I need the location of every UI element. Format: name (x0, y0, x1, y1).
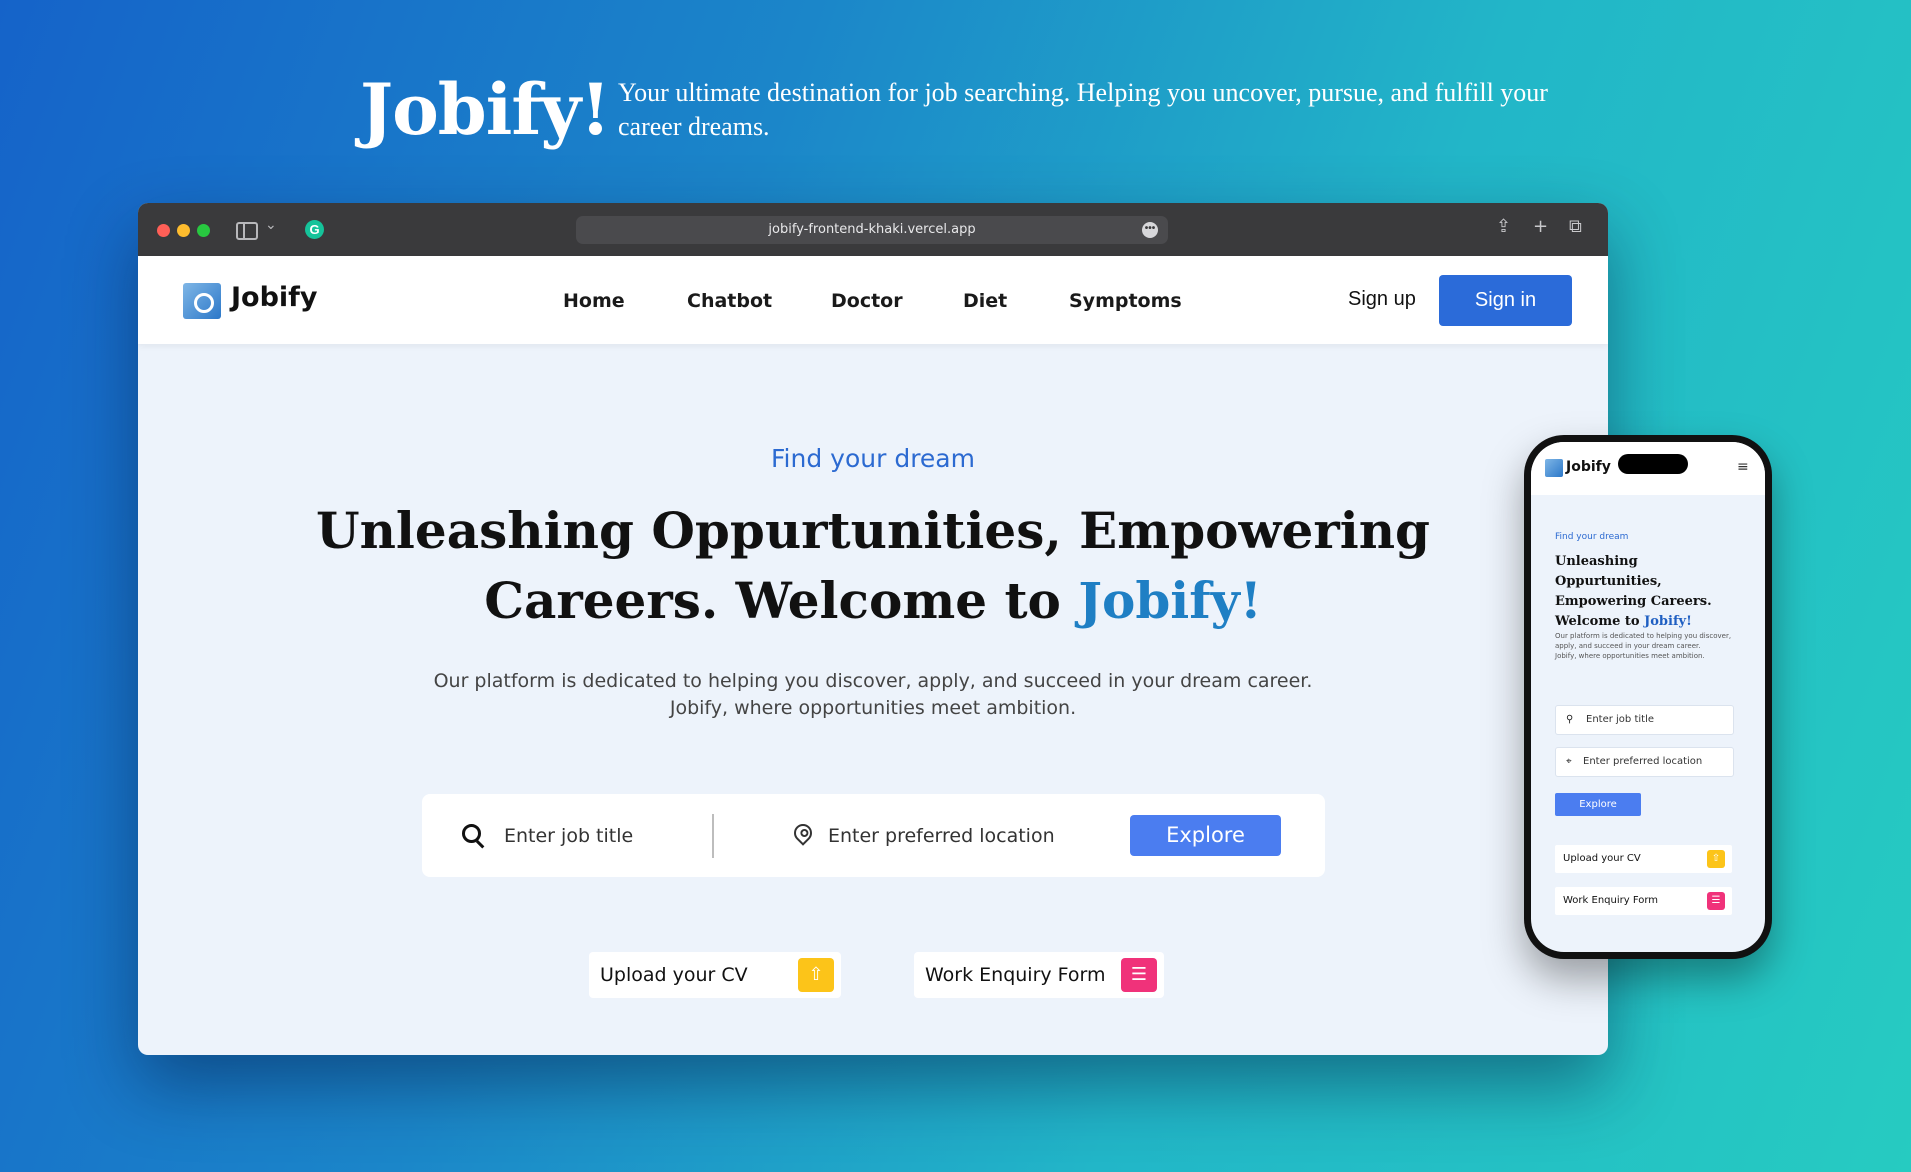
search-divider (712, 814, 714, 858)
work-enquiry-label: Work Enquiry Form (925, 964, 1106, 986)
mobile-upload-cv-card[interactable]: Upload your CV ⇧ (1555, 845, 1732, 873)
mobile-job-title-input[interactable]: ⚲ Enter job title (1555, 705, 1734, 735)
mobile-location-input[interactable]: ⌖ Enter preferred location (1555, 747, 1734, 777)
search-icon (462, 824, 481, 843)
mobile-location-pin-icon: ⌖ (1566, 756, 1572, 767)
mobile-hero-eyebrow: Find your dream (1555, 532, 1629, 542)
minimize-window-button[interactable] (177, 224, 190, 237)
nav-doctor[interactable]: Doctor (831, 290, 903, 312)
site-navbar: Jobify Home Chatbot Doctor Diet Symptoms… (138, 256, 1608, 344)
url-text: jobify-frontend-khaki.vercel.app (768, 222, 976, 237)
mobile-hero-title: Unleashing Oppurtunities, Empowering Car… (1555, 552, 1745, 632)
mobile-description-line1: Our platform is dedicated to helping you… (1555, 632, 1732, 650)
clipboard-icon: ☰ (1121, 958, 1157, 992)
dynamic-island (1618, 454, 1688, 474)
mobile-hero-title-accent: Jobify! (1644, 614, 1692, 629)
mobile-clipboard-icon: ☰ (1707, 892, 1725, 910)
promo-tagline: Your ultimate destination for job search… (618, 78, 1548, 141)
hamburger-menu-icon[interactable]: ≡ (1737, 459, 1749, 475)
signup-link[interactable]: Sign up (1348, 288, 1416, 311)
site-logo-text[interactable]: Jobify (231, 282, 318, 313)
mobile-upload-icon: ⇧ (1707, 850, 1725, 868)
mobile-hero-description: Our platform is dedicated to helping you… (1555, 631, 1740, 661)
promo-title: Jobify! (360, 68, 611, 151)
grammarly-extension-icon[interactable]: G (305, 220, 324, 239)
upload-cv-card[interactable]: Upload your CV ⇧ (589, 952, 841, 998)
hero-eyebrow: Find your dream (771, 444, 975, 473)
close-window-button[interactable] (157, 224, 170, 237)
explore-button[interactable]: Explore (1130, 815, 1281, 856)
jobify-logo-icon[interactable] (183, 283, 221, 319)
nav-chatbot[interactable]: Chatbot (687, 290, 772, 312)
work-enquiry-card[interactable]: Work Enquiry Form ☰ (914, 952, 1164, 998)
nav-home[interactable]: Home (563, 290, 625, 312)
upload-cv-label: Upload your CV (600, 964, 748, 986)
share-icon[interactable]: ⇪ (1496, 216, 1511, 237)
hero-description-line1: Our platform is dedicated to helping you… (433, 670, 1313, 692)
more-options-icon[interactable]: ••• (1142, 222, 1158, 238)
hero-title: Unleashing Oppurtunities, Empowering Car… (273, 496, 1473, 636)
phone-mockup: Jobify ≡ Find your dream Unleashing Oppu… (1524, 435, 1772, 959)
mobile-logo-icon[interactable] (1545, 459, 1563, 477)
mobile-search-icon: ⚲ (1566, 714, 1574, 725)
nav-symptoms[interactable]: Symptoms (1069, 290, 1182, 312)
nav-diet[interactable]: Diet (963, 290, 1007, 312)
mobile-work-enquiry-label: Work Enquiry Form (1563, 895, 1659, 906)
tab-overview-icon[interactable]: ⧉ (1569, 216, 1582, 237)
phone-screen: Jobify ≡ Find your dream Unleashing Oppu… (1531, 442, 1765, 952)
hero-title-main: Unleashing Oppurtunities, Empowering Car… (315, 501, 1431, 630)
signin-button[interactable]: Sign in (1439, 275, 1572, 326)
location-pin-icon (790, 820, 816, 846)
address-bar[interactable]: jobify-frontend-khaki.vercel.app ••• (576, 216, 1168, 244)
mobile-job-title-placeholder: Enter job title (1586, 714, 1654, 725)
sidebar-toggle-icon[interactable] (236, 222, 258, 240)
maximize-window-button[interactable] (197, 224, 210, 237)
hero-description-line2: Jobify, where opportunities meet ambitio… (669, 697, 1077, 719)
mobile-explore-button[interactable]: Explore (1555, 793, 1641, 816)
mobile-upload-cv-label: Upload your CV (1563, 853, 1641, 864)
mobile-description-line2: Jobify, where opportunities meet ambitio… (1555, 652, 1705, 660)
chevron-down-icon[interactable]: ⌄ (265, 217, 277, 233)
new-tab-icon[interactable]: + (1533, 216, 1548, 237)
browser-toolbar: ⌄ G jobify-frontend-khaki.vercel.app •••… (138, 203, 1608, 256)
hero-title-accent: Jobify! (1078, 571, 1262, 630)
search-bar: Explore (422, 794, 1325, 877)
browser-window: ⌄ G jobify-frontend-khaki.vercel.app •••… (138, 203, 1608, 1055)
job-title-input[interactable] (502, 818, 696, 854)
upload-icon: ⇧ (798, 958, 834, 992)
hero-description: Our platform is dedicated to helping you… (323, 668, 1423, 722)
mobile-logo-text[interactable]: Jobify (1566, 459, 1611, 475)
location-input[interactable] (826, 818, 1090, 854)
mobile-work-enquiry-card[interactable]: Work Enquiry Form ☰ (1555, 887, 1732, 915)
mobile-location-placeholder: Enter preferred location (1583, 756, 1703, 767)
